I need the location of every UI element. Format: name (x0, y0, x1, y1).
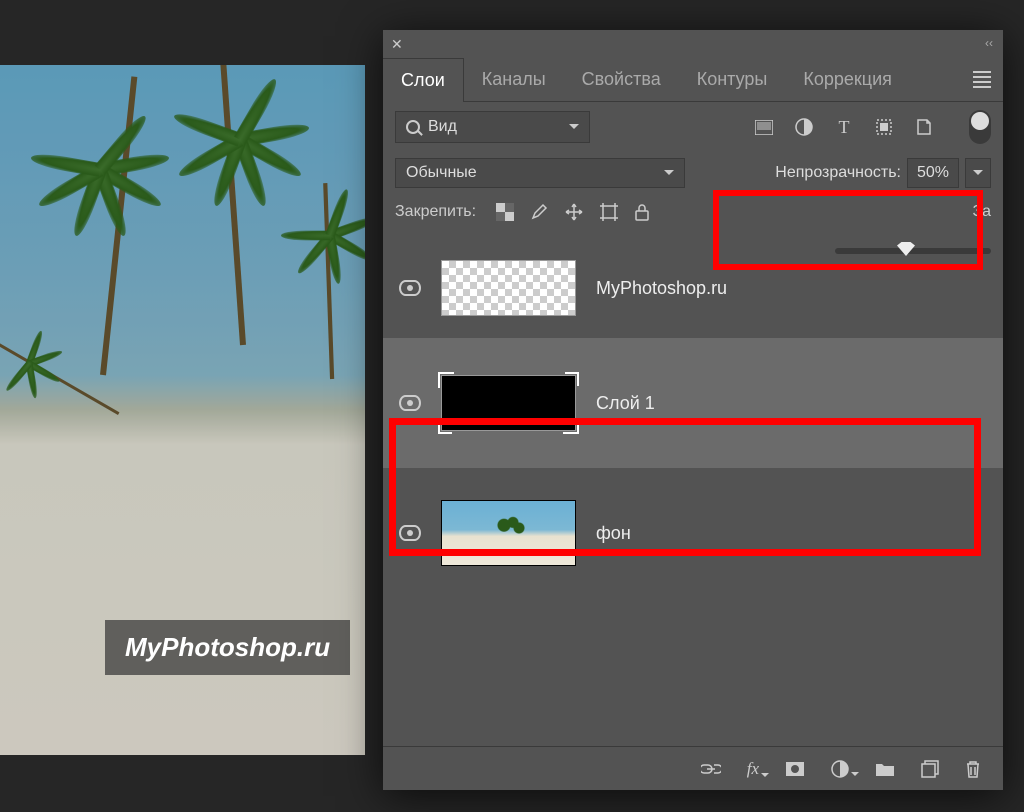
opacity-dropdown-button[interactable] (965, 158, 991, 188)
layer-thumbnail[interactable] (441, 500, 576, 566)
opacity-label: Непрозрачность: (775, 164, 901, 182)
filter-shape-icon[interactable] (875, 118, 893, 136)
lock-label: Закрепить: (395, 203, 476, 221)
layer-thumbnail[interactable] (441, 375, 576, 431)
search-icon (406, 120, 420, 134)
filter-adjust-icon[interactable] (795, 118, 813, 136)
blend-mode-value: Обычные (406, 164, 477, 182)
new-layer-icon[interactable] (921, 760, 939, 778)
lock-move-icon[interactable] (564, 202, 584, 222)
panel-tabs: Слои Каналы Свойства Контуры Коррекция (383, 58, 1003, 102)
filter-smart-icon[interactable] (915, 118, 933, 136)
lock-all-icon[interactable] (634, 203, 650, 221)
adjust-icon[interactable] (831, 760, 849, 778)
layer-thumbnail[interactable] (441, 260, 576, 316)
opacity-input[interactable]: 50% (907, 158, 959, 188)
panel-footer: fx (383, 746, 1003, 790)
visibility-eye-icon[interactable] (399, 525, 421, 541)
lock-brush-icon[interactable] (530, 203, 548, 221)
trash-icon[interactable] (965, 760, 981, 778)
fill-label-partial: За (972, 203, 991, 221)
collapse-icon[interactable]: ‹‹ (985, 36, 993, 50)
lock-transparent-icon[interactable] (496, 203, 514, 221)
chevron-down-icon (569, 124, 579, 134)
layer-list: MyPhotoshop.ru Слой 1 фон (383, 230, 1003, 598)
chevron-down-icon (973, 170, 983, 180)
layer-name[interactable]: фон (596, 523, 631, 544)
visibility-eye-icon[interactable] (399, 280, 421, 296)
layer-row[interactable]: фон (383, 468, 1003, 598)
canvas-image: MyPhotoshop.ru (0, 65, 365, 755)
filter-type-icon[interactable]: T (835, 118, 853, 136)
layers-panel: ✕ ‹‹ Слои Каналы Свойства Контуры Коррек… (383, 30, 1003, 790)
opacity-slider-track[interactable] (835, 248, 991, 254)
tab-paths[interactable]: Контуры (679, 58, 786, 101)
fx-icon[interactable]: fx (747, 759, 759, 779)
document-canvas: MyPhotoshop.ru (0, 65, 365, 755)
layer-name[interactable]: MyPhotoshop.ru (596, 278, 727, 299)
layer-filter-dropdown[interactable]: Вид (395, 111, 590, 143)
visibility-eye-icon[interactable] (399, 395, 421, 411)
filter-pixel-icon[interactable] (755, 118, 773, 136)
group-icon[interactable] (875, 761, 895, 777)
panel-menu-icon[interactable] (973, 71, 991, 88)
tab-layers[interactable]: Слои (383, 58, 464, 101)
tab-adjustments[interactable]: Коррекция (785, 58, 910, 101)
chevron-down-icon (664, 170, 674, 180)
opacity-value: 50% (917, 164, 949, 182)
layer-name[interactable]: Слой 1 (596, 393, 655, 414)
mask-icon[interactable] (785, 761, 805, 777)
filter-toggle[interactable] (969, 110, 991, 144)
close-icon[interactable]: ✕ (391, 36, 403, 53)
lock-artboard-icon[interactable] (600, 203, 618, 221)
filter-label: Вид (428, 118, 457, 136)
tab-properties[interactable]: Свойства (564, 58, 679, 101)
tab-channels[interactable]: Каналы (464, 58, 564, 101)
blend-mode-dropdown[interactable]: Обычные (395, 158, 685, 188)
canvas-watermark: MyPhotoshop.ru (105, 620, 350, 675)
layer-row-selected[interactable]: Слой 1 (383, 338, 1003, 468)
link-icon[interactable] (701, 763, 721, 775)
